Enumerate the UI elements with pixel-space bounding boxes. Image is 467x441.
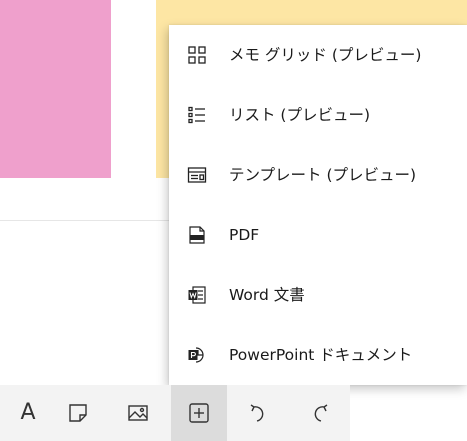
insert-button[interactable] bbox=[171, 385, 227, 441]
image-icon bbox=[128, 405, 148, 421]
sticky-note-icon bbox=[69, 404, 87, 422]
menu-item-label: リスト (プレビュー) bbox=[229, 106, 371, 124]
menu-item-list[interactable]: リスト (プレビュー) bbox=[169, 85, 467, 145]
powerpoint-icon bbox=[188, 347, 204, 363]
menu-item-note-grid[interactable]: メモ グリッド (プレビュー) bbox=[169, 25, 467, 85]
insert-menu: メモ グリッド (プレビュー) リスト (プレビュー) テンプレート (プレビュ… bbox=[169, 25, 467, 385]
word-icon bbox=[188, 286, 206, 304]
sticky-note-button[interactable] bbox=[50, 385, 106, 441]
text-button[interactable]: A bbox=[0, 385, 56, 441]
insert-icon bbox=[189, 403, 209, 423]
pink-note-card[interactable] bbox=[0, 0, 111, 178]
pdf-icon bbox=[189, 226, 205, 244]
menu-item-label: テンプレート (プレビュー) bbox=[229, 166, 417, 184]
list-icon bbox=[188, 106, 205, 124]
template-icon bbox=[187, 167, 207, 183]
menu-item-label: メモ グリッド (プレビュー) bbox=[229, 46, 422, 64]
bottom-toolbar: A bbox=[0, 385, 350, 441]
menu-item-word[interactable]: Word 文書 bbox=[169, 265, 467, 325]
redo-icon bbox=[314, 404, 328, 422]
text-icon: A bbox=[20, 400, 36, 425]
menu-item-label: PDF bbox=[229, 226, 260, 244]
grid-icon bbox=[188, 46, 206, 64]
menu-item-label: Word 文書 bbox=[229, 286, 305, 304]
menu-item-powerpoint[interactable]: PowerPoint ドキュメント bbox=[169, 325, 467, 385]
undo-button[interactable] bbox=[231, 385, 287, 441]
menu-item-pdf[interactable]: PDF bbox=[169, 205, 467, 265]
image-button[interactable] bbox=[110, 385, 166, 441]
menu-item-label: PowerPoint ドキュメント bbox=[229, 346, 413, 364]
undo-icon bbox=[250, 404, 264, 422]
menu-item-template[interactable]: テンプレート (プレビュー) bbox=[169, 145, 467, 205]
redo-button[interactable] bbox=[291, 385, 347, 441]
